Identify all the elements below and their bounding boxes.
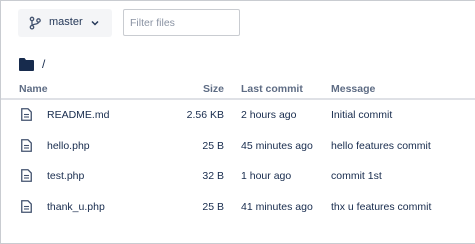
table-row[interactable]: thank_u.php 25 B 41 minutes ago thx u fe…: [1, 192, 475, 223]
column-header-name[interactable]: Name: [19, 83, 48, 95]
table-row[interactable]: README.md 2.56 KB 2 hours ago Initial co…: [1, 100, 475, 131]
commit-message: hello features commit: [331, 139, 431, 152]
folder-icon: [19, 57, 34, 71]
last-commit-time: 2 hours ago: [241, 109, 297, 121]
files-table: Name Size Last commit Message README.md …: [1, 78, 475, 222]
column-header-message[interactable]: Message: [331, 83, 375, 95]
last-commit-time: 45 minutes ago: [241, 139, 313, 152]
file-name-link[interactable]: hello.php: [47, 140, 90, 152]
file-browser-panel: master / Name Size Last commit Message R…: [0, 0, 475, 244]
file-icon: [21, 199, 32, 213]
file-name-link[interactable]: README.md: [47, 109, 109, 121]
file-size: 2.56 KB: [186, 109, 224, 121]
table-row[interactable]: hello.php 25 B 45 minutes ago hello feat…: [1, 131, 475, 162]
file-name-link[interactable]: thank_u.php: [47, 201, 105, 213]
file-icon: [21, 138, 32, 152]
git-branch-icon: [29, 16, 41, 30]
file-size: 25 B: [202, 200, 224, 213]
breadcrumb-root-link[interactable]: /: [42, 57, 45, 71]
filter-files-input[interactable]: [123, 9, 240, 36]
chevron-down-icon: [91, 20, 99, 26]
branch-selector-button[interactable]: master: [18, 9, 112, 37]
breadcrumb: /: [19, 56, 45, 72]
table-header: Name Size Last commit Message: [1, 78, 475, 100]
last-commit-time: 41 minutes ago: [241, 200, 313, 213]
file-icon: [21, 108, 32, 121]
last-commit-time: 1 hour ago: [241, 170, 292, 182]
column-header-size[interactable]: Size: [176, 83, 224, 95]
column-header-last-commit[interactable]: Last commit: [241, 83, 303, 95]
file-name-link[interactable]: test.php: [47, 170, 84, 182]
commit-message: commit 1st: [331, 170, 382, 182]
file-size: 25 B: [202, 139, 224, 152]
table-row[interactable]: test.php 32 B 1 hour ago commit 1st: [1, 161, 475, 192]
commit-message: thx u features commit: [331, 200, 432, 213]
branch-label: master: [49, 16, 83, 28]
file-size: 32 B: [202, 170, 224, 182]
file-icon: [21, 169, 32, 182]
commit-message: Initial commit: [331, 109, 393, 121]
